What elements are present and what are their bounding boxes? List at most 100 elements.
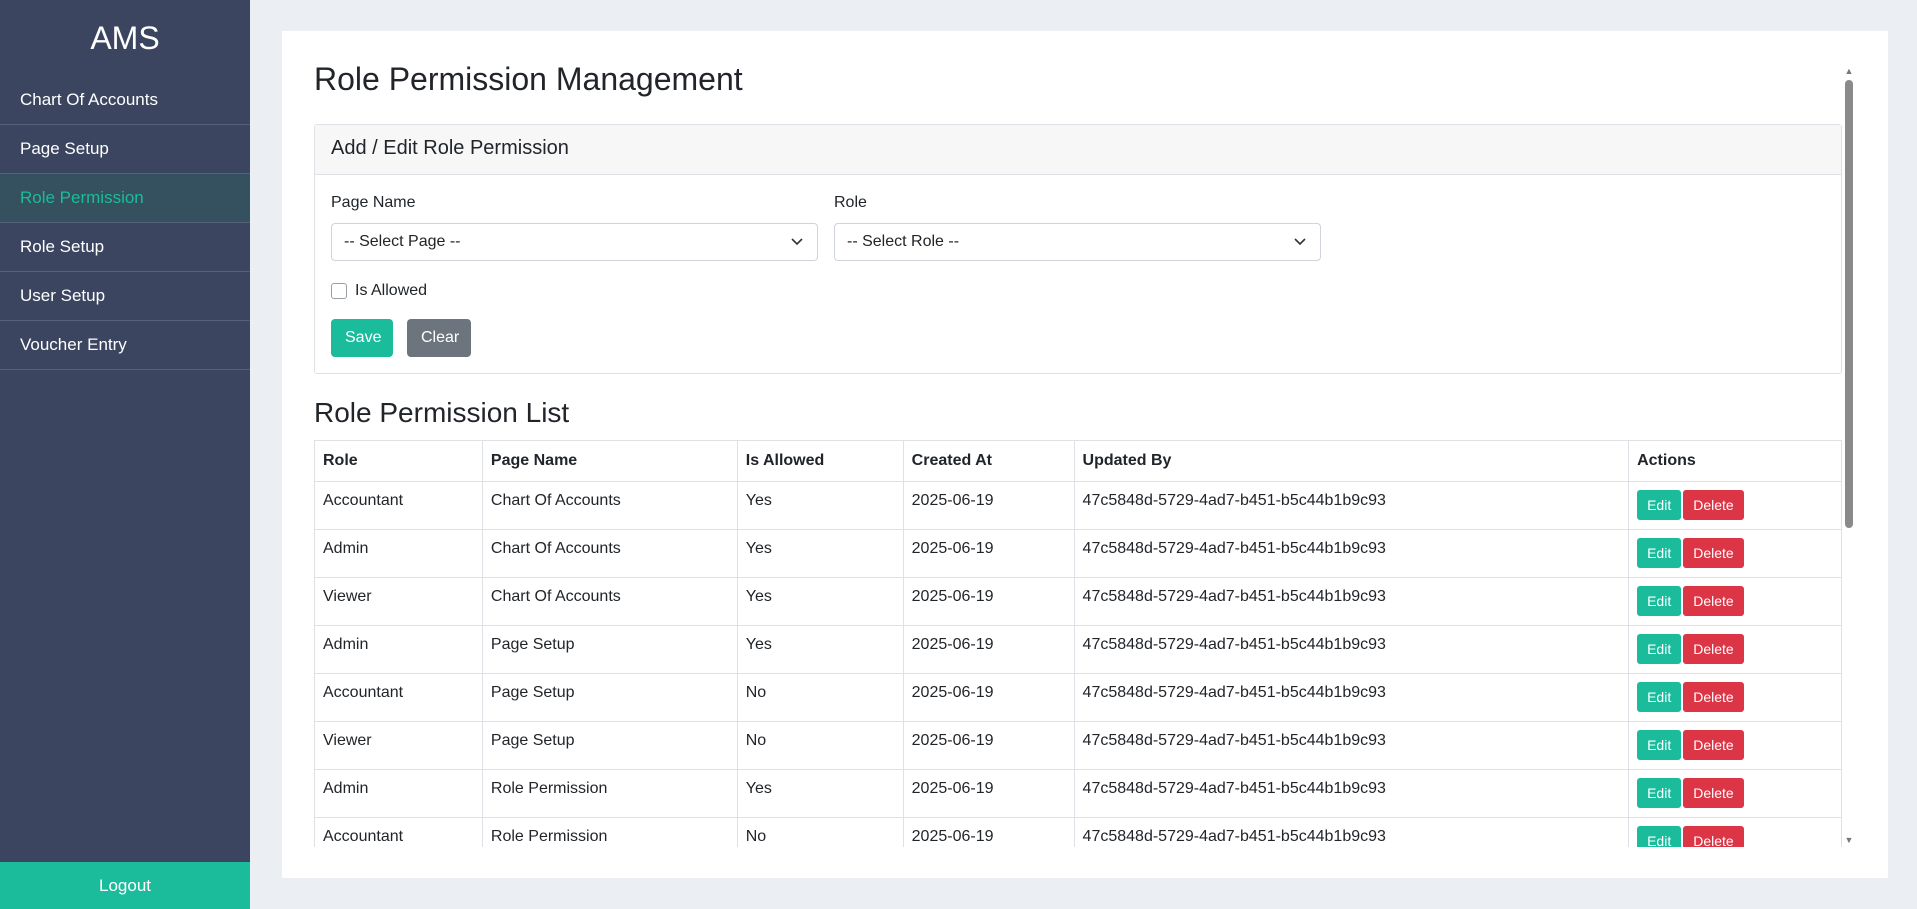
cell-created-at: 2025-06-19: [902, 817, 1075, 847]
table-row: Accountant Role Permission No 2025-06-19…: [314, 817, 1842, 847]
is-allowed-row: Is Allowed: [331, 281, 427, 301]
cell-actions: Edit Delete: [1628, 721, 1842, 770]
cell-actions: Edit Delete: [1628, 577, 1842, 626]
cell-created-at: 2025-06-19: [902, 481, 1075, 530]
cell-is-allowed: Yes: [736, 769, 904, 818]
sidebar-item-role-setup[interactable]: Role Setup: [0, 223, 250, 272]
save-button[interactable]: Save: [331, 319, 393, 357]
scroll-content[interactable]: Role Permission Management Add / Edit Ro…: [314, 31, 1842, 847]
cell-page-name: Role Permission: [481, 817, 738, 847]
edit-button[interactable]: Edit: [1637, 682, 1682, 712]
cell-updated-by: 47c5848d-5729-4ad7-b451-b5c44b1b9c93: [1073, 769, 1630, 818]
cell-updated-by: 47c5848d-5729-4ad7-b451-b5c44b1b9c93: [1073, 673, 1630, 722]
role-select-value: -- Select Role --: [847, 233, 960, 250]
delete-button[interactable]: Delete: [1683, 586, 1744, 616]
sidebar-item-user-setup[interactable]: User Setup: [0, 272, 250, 321]
cell-created-at: 2025-06-19: [902, 577, 1075, 626]
table-row: Admin Role Permission Yes 2025-06-19 47c…: [314, 769, 1842, 818]
column-header-created-at: Created At: [902, 440, 1075, 482]
edit-button[interactable]: Edit: [1637, 538, 1682, 568]
sidebar-nav: Chart Of Accounts Page Setup Role Permis…: [0, 76, 250, 370]
column-header-page-name: Page Name: [481, 440, 738, 482]
cell-created-at: 2025-06-19: [902, 529, 1075, 578]
column-header-role: Role: [314, 440, 483, 482]
logout-button[interactable]: Logout: [0, 862, 250, 909]
edit-button[interactable]: Edit: [1637, 730, 1682, 760]
cell-created-at: 2025-06-19: [902, 721, 1075, 770]
cell-updated-by: 47c5848d-5729-4ad7-b451-b5c44b1b9c93: [1073, 577, 1630, 626]
cell-created-at: 2025-06-19: [902, 769, 1075, 818]
cell-updated-by: 47c5848d-5729-4ad7-b451-b5c44b1b9c93: [1073, 817, 1630, 847]
edit-button[interactable]: Edit: [1637, 490, 1682, 520]
sidebar-item-role-permission[interactable]: Role Permission: [0, 174, 250, 223]
table-row: Viewer Chart Of Accounts Yes 2025-06-19 …: [314, 577, 1842, 626]
role-select[interactable]: -- Select Role --: [834, 223, 1321, 261]
cell-updated-by: 47c5848d-5729-4ad7-b451-b5c44b1b9c93: [1073, 625, 1630, 674]
sidebar-item-voucher-entry[interactable]: Voucher Entry: [0, 321, 250, 370]
cell-actions: Edit Delete: [1628, 625, 1842, 674]
clear-button[interactable]: Clear: [407, 319, 471, 357]
cell-page-name: Page Setup: [481, 625, 738, 674]
cell-role: Admin: [314, 529, 483, 578]
cell-actions: Edit Delete: [1628, 769, 1842, 818]
cell-page-name: Chart Of Accounts: [481, 577, 738, 626]
cell-actions: Edit Delete: [1628, 817, 1842, 847]
column-header-actions: Actions: [1628, 440, 1842, 482]
table-row: Viewer Page Setup No 2025-06-19 47c5848d…: [314, 721, 1842, 770]
is-allowed-label: Is Allowed: [355, 282, 428, 299]
scrollbar-thumb[interactable]: [1845, 80, 1853, 528]
table-header-row: Role Page Name Is Allowed Created At Upd…: [314, 440, 1842, 482]
column-header-is-allowed: Is Allowed: [736, 440, 904, 482]
delete-button[interactable]: Delete: [1683, 778, 1744, 808]
sidebar-item-chart-of-accounts[interactable]: Chart Of Accounts: [0, 76, 250, 125]
delete-button[interactable]: Delete: [1683, 730, 1744, 760]
delete-button[interactable]: Delete: [1683, 682, 1744, 712]
edit-button[interactable]: Edit: [1637, 586, 1682, 616]
delete-button[interactable]: Delete: [1683, 538, 1744, 568]
table-row: Admin Chart Of Accounts Yes 2025-06-19 4…: [314, 529, 1842, 578]
cell-is-allowed: Yes: [736, 481, 904, 530]
page-title: Role Permission Management: [314, 61, 743, 97]
role-permission-form: Add / Edit Role Permission Page Name -- …: [314, 124, 1842, 374]
cell-is-allowed: No: [736, 673, 904, 722]
page-name-select-value: -- Select Page --: [344, 233, 461, 250]
scroll-up-arrow-icon[interactable]: ▲: [1842, 64, 1856, 78]
cell-page-name: Page Setup: [481, 673, 738, 722]
cell-actions: Edit Delete: [1628, 481, 1842, 530]
role-label: Role: [834, 194, 867, 211]
cell-created-at: 2025-06-19: [902, 625, 1075, 674]
cell-updated-by: 47c5848d-5729-4ad7-b451-b5c44b1b9c93: [1073, 721, 1630, 770]
edit-button[interactable]: Edit: [1637, 634, 1682, 664]
scroll-down-arrow-icon[interactable]: ▼: [1842, 833, 1856, 847]
cell-page-name: Chart Of Accounts: [481, 481, 738, 530]
delete-button[interactable]: Delete: [1683, 826, 1744, 847]
cell-role: Admin: [314, 769, 483, 818]
vertical-scrollbar[interactable]: ▲ ▼: [1842, 64, 1856, 847]
cell-role: Admin: [314, 625, 483, 674]
table-row: Admin Page Setup Yes 2025-06-19 47c5848d…: [314, 625, 1842, 674]
cell-page-name: Page Setup: [481, 721, 738, 770]
cell-is-allowed: No: [736, 721, 904, 770]
cell-is-allowed: No: [736, 817, 904, 847]
delete-button[interactable]: Delete: [1683, 634, 1744, 664]
cell-created-at: 2025-06-19: [902, 673, 1075, 722]
app-brand: AMS: [90, 20, 160, 56]
cell-is-allowed: Yes: [736, 577, 904, 626]
is-allowed-checkbox[interactable]: [331, 283, 347, 299]
cell-role: Accountant: [314, 817, 483, 847]
cell-role: Accountant: [314, 481, 483, 530]
role-permission-table: Role Page Name Is Allowed Created At Upd…: [314, 440, 1842, 847]
table-row: Accountant Chart Of Accounts Yes 2025-06…: [314, 481, 1842, 530]
cell-page-name: Chart Of Accounts: [481, 529, 738, 578]
chevron-down-icon: [1294, 224, 1306, 274]
form-header: Add / Edit Role Permission: [315, 125, 1841, 175]
sidebar-item-page-setup[interactable]: Page Setup: [0, 125, 250, 174]
page-name-label: Page Name: [331, 194, 416, 211]
edit-button[interactable]: Edit: [1637, 826, 1682, 847]
cell-actions: Edit Delete: [1628, 673, 1842, 722]
edit-button[interactable]: Edit: [1637, 778, 1682, 808]
cell-updated-by: 47c5848d-5729-4ad7-b451-b5c44b1b9c93: [1073, 481, 1630, 530]
delete-button[interactable]: Delete: [1683, 490, 1744, 520]
chevron-down-icon: [791, 224, 803, 274]
page-name-select[interactable]: -- Select Page --: [331, 223, 818, 261]
